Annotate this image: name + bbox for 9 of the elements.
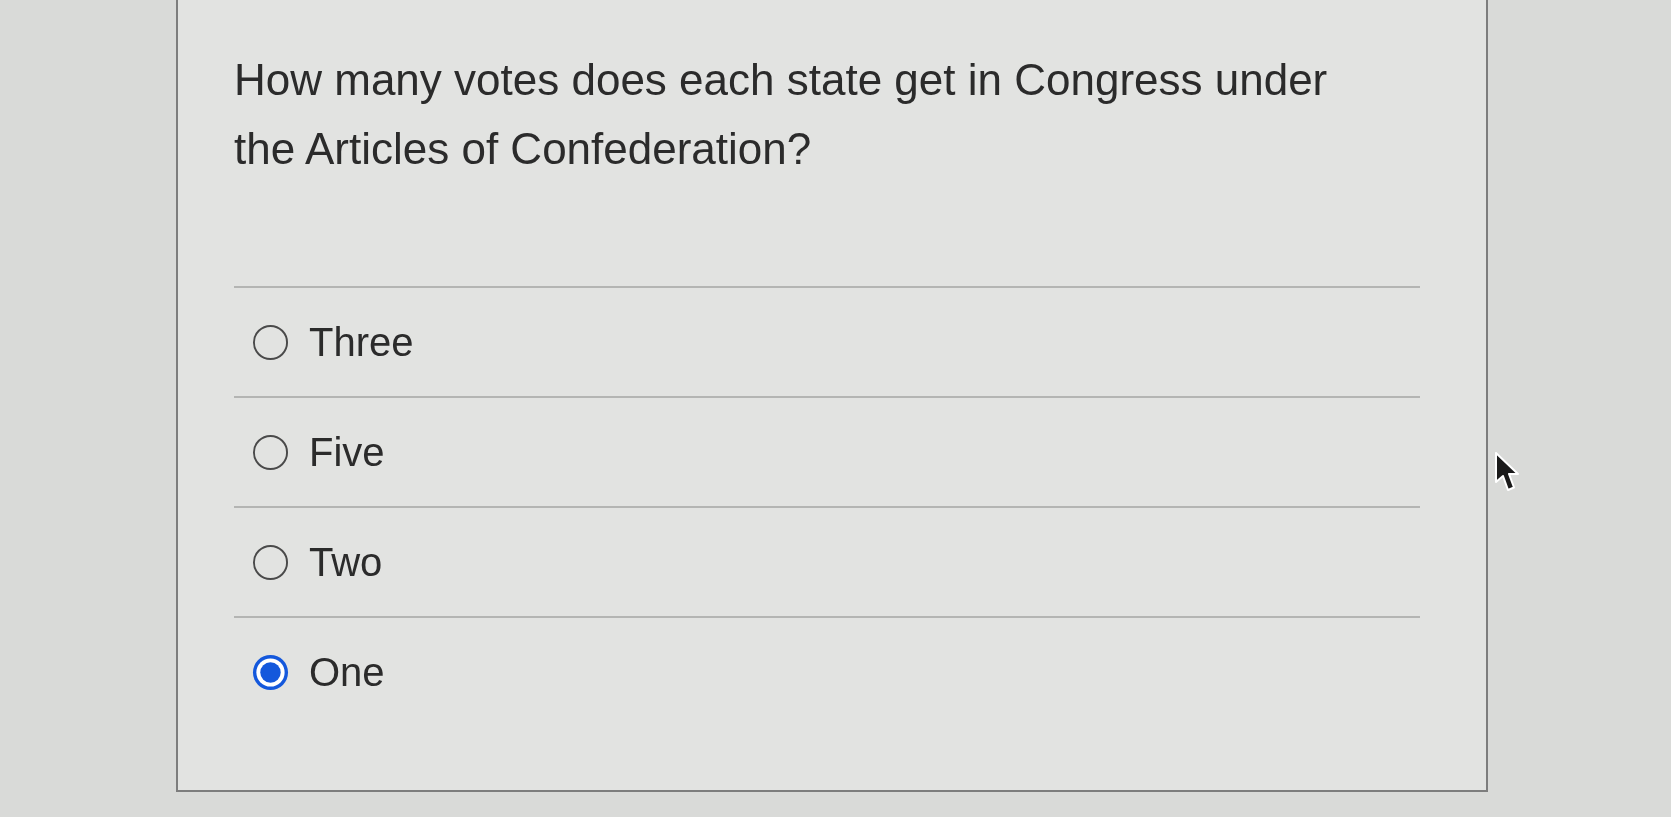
radio-button[interactable] — [252, 653, 289, 691]
radio-button[interactable] — [252, 543, 289, 581]
radio-button[interactable] — [252, 433, 289, 471]
radio-button[interactable] — [252, 323, 289, 361]
question-text: How many votes does each state get in Congress under the Articles of Confederation? — [234, 54, 1329, 175]
answer-option-label[interactable]: Two — [309, 538, 383, 586]
answer-option-label[interactable]: Five — [309, 428, 385, 476]
answer-option-label[interactable]: One — [309, 648, 385, 696]
answer-option-label[interactable]: Three — [309, 318, 414, 366]
